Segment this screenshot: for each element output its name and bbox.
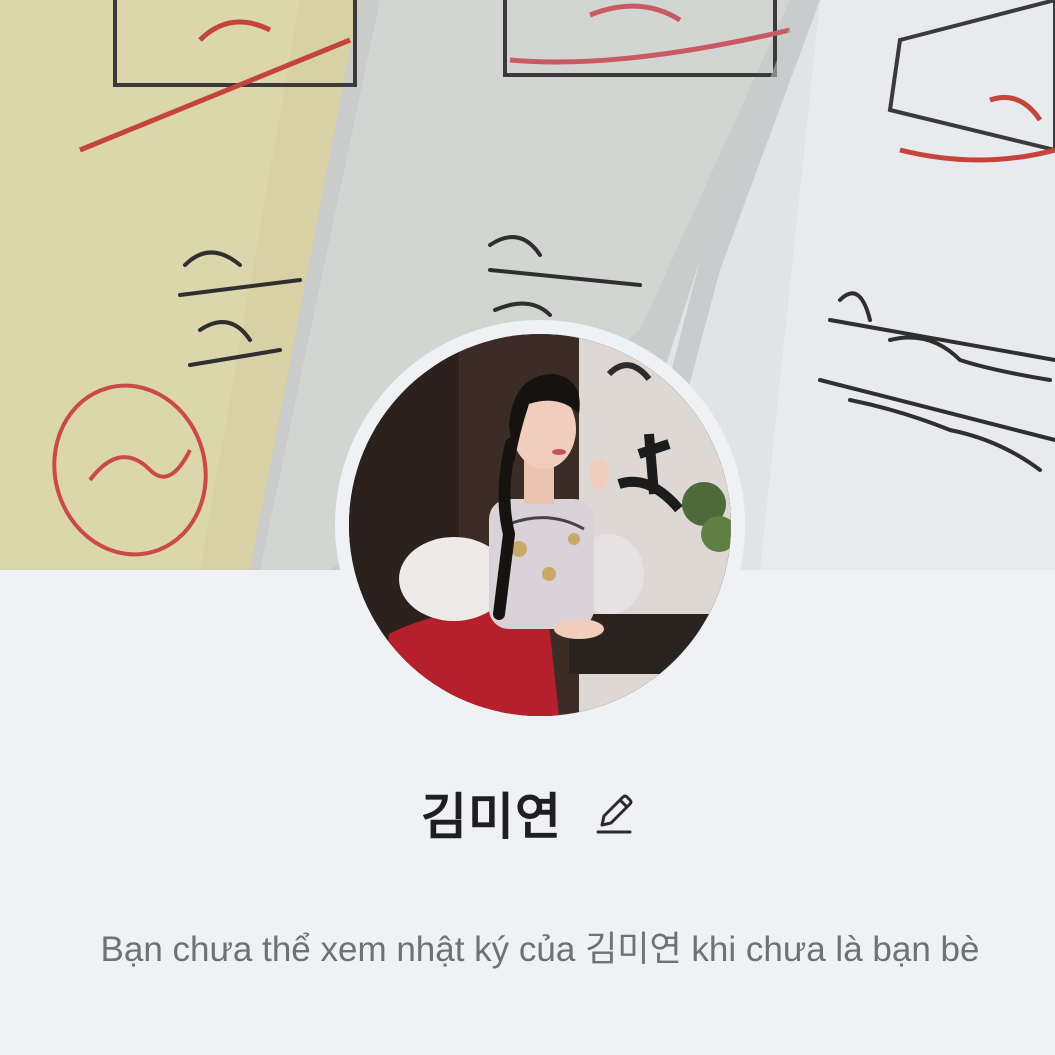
avatar-frame [335, 320, 745, 730]
avatar-image [349, 334, 731, 716]
avatar[interactable] [349, 334, 731, 716]
profile-name-row: 김미연 [0, 778, 1055, 848]
privacy-notice: Bạn chưa thể xem nhật ký của 김미연 khi chư… [100, 930, 980, 969]
profile-name: 김미연 [421, 788, 562, 846]
profile-page: 김미연 Bạn chưa thể xem nhật ký của 김미연 khi… [0, 0, 1055, 1055]
pencil-icon[interactable] [594, 791, 634, 835]
